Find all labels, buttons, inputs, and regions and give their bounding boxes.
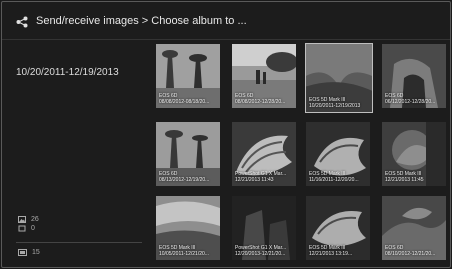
album-thumb[interactable]: EOS 6D 08/08/2012-08/18/20... [156,44,220,108]
header-bar: Send/receive images > Choose album to ..… [2,2,450,40]
album-dates: 11/16/2011-12/20/20... [309,177,359,183]
photo-icon [18,216,26,223]
share-icon [16,16,28,28]
album-dates: 08/08/2012-08/18/20... [159,99,210,105]
app-window: Send/receive images > Choose album to ..… [1,1,451,268]
album-dates: 08/13/2012-12/19/20... [159,177,210,183]
album-thumb[interactable]: EOS 6D 08/08/2012-12/28/20... [232,44,296,108]
page-title: Send/receive images > Choose album to ..… [36,15,247,27]
album-dates: 10/20/2011-12/19/2013 [309,103,361,109]
album-thumb[interactable]: EOS 5D Mark III 12/21/2013 13:19... [306,196,370,260]
photo-count: 26 [18,216,39,223]
album-dates: 08/10/2012-12/21/20... [385,251,436,257]
photo-count-value: 26 [31,216,39,223]
album-thumb[interactable]: EOS 6D 08/13/2012-12/19/20... [156,122,220,186]
album-dates: 12/21/2013 11:43 [235,177,274,183]
album-info-panel: 10/20/2011-12/19/2013 26 0 15 [2,40,152,267]
album-dates: 10/05/2011-12/21/20... [159,251,209,257]
album-thumb[interactable]: EOS 5D Mark III 12/21/2013 11:45 [382,122,446,186]
album-thumb[interactable]: PowerShot G1 X Mar... 12/21/2013 11:43 [232,122,296,186]
album-count: 15 [18,249,40,256]
album-dates: 06/12/2012-12/28/20... [385,99,436,105]
album-dates: 08/08/2012-12/28/20... [235,99,286,105]
album-thumb-selected[interactable]: EOS 5D Mark III 10/20/2011-12/19/2013 [305,43,373,113]
album-count-value: 15 [32,249,40,256]
album-count-icon [18,249,27,256]
album-thumb[interactable]: EOS 6D 06/12/2012-12/28/20... [382,44,446,108]
album-thumb[interactable]: PowerShot G1 X Mar... 12/20/2013-12/21/20… [232,196,296,260]
movie-count-value: 0 [31,225,35,232]
album-thumb[interactable]: EOS 5D Mark III 10/05/2011-12/21/20... [156,196,220,260]
movie-icon [18,225,26,232]
album-thumb[interactable]: EOS 6D 08/10/2012-12/21/20... [382,196,446,260]
album-dates: 12/21/2013 13:19... [309,251,353,257]
album-dates: 12/21/2013 11:45 [385,177,424,183]
date-range: 10/20/2011-12/19/2013 [16,67,119,78]
album-grid: EOS 6D 08/08/2012-08/18/20... EOS 6D 08/08… [156,43,450,267]
stats-divider [16,242,142,243]
movie-count: 0 [18,225,35,232]
album-thumb[interactable]: EOS 5D Mark III 11/16/2011-12/20/20... [306,122,370,186]
album-dates: 12/20/2013-12/21/20... [235,251,286,257]
